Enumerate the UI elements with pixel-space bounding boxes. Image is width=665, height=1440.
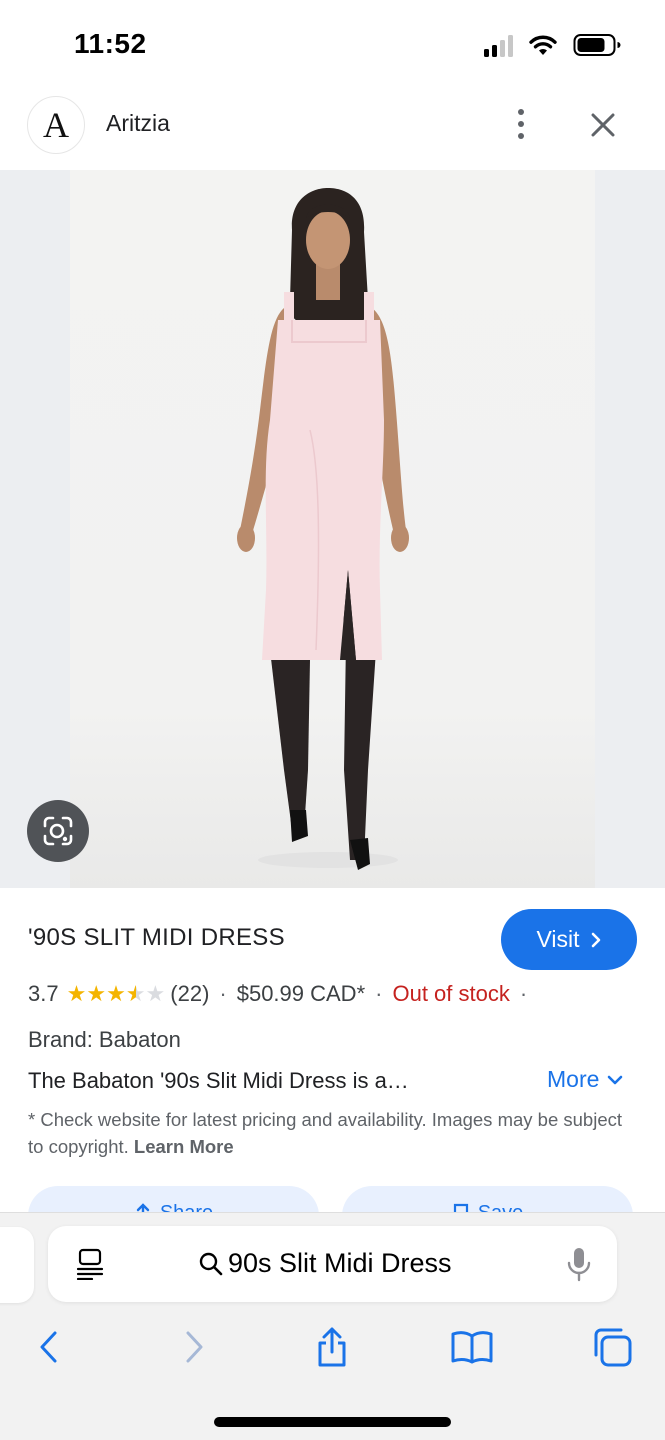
share-icon — [318, 1327, 346, 1367]
site-logo-letter: A — [43, 105, 69, 145]
separator-dot: · — [375, 981, 383, 1006]
stock-status: Out of stock — [392, 981, 510, 1006]
browser-bottom-bar: 90s Slit Midi Dress — [0, 1212, 665, 1440]
product-description: The Babaton '90s Slit Midi Dress is a… — [28, 1068, 409, 1093]
reader-icon[interactable] — [76, 1248, 106, 1280]
more-vert-icon[interactable] — [506, 104, 536, 144]
forward-button[interactable] — [172, 1325, 216, 1369]
product-info-panel: '90S SLIT MIDI DRESS Visit 3.7 ★ ★ ★ ★ ★ (22… — [0, 888, 665, 1246]
model-illustration — [237, 188, 409, 870]
google-lens-icon[interactable] — [27, 800, 89, 862]
price: $50.99 CAD* — [236, 981, 366, 1006]
product-photo — [70, 170, 595, 888]
mic-icon[interactable] — [564, 1246, 594, 1284]
signal-icon — [484, 33, 513, 57]
status-icons — [484, 30, 621, 60]
bookmarks-button[interactable] — [450, 1325, 494, 1369]
close-icon[interactable] — [584, 106, 622, 144]
bookmarks-icon — [451, 1331, 493, 1364]
status-time: 11:52 — [74, 28, 147, 59]
address-bar[interactable]: 90s Slit Midi Dress — [48, 1226, 617, 1302]
rating-stars: ★ ★ ★ ★ ★ — [66, 981, 166, 1006]
chevron-right-icon — [591, 932, 600, 947]
back-button[interactable] — [27, 1325, 71, 1369]
review-count[interactable]: (22) — [170, 981, 209, 1007]
rating-value: 3.7 — [28, 981, 59, 1006]
source-header: A Aritzia — [0, 90, 665, 170]
tabs-icon — [594, 1328, 632, 1367]
previous-tab-peek[interactable] — [0, 1227, 34, 1303]
learn-more-link[interactable]: Learn More — [134, 1136, 234, 1157]
chevron-down-icon — [608, 1075, 623, 1084]
product-title: '90S SLIT MIDI DRESS — [28, 924, 285, 951]
battery-icon — [573, 34, 621, 56]
address-query: 90s Slit Midi Dress — [228, 1248, 452, 1278]
back-icon — [40, 1331, 57, 1363]
disclaimer-text: * Check website for latest pricing and a… — [28, 1109, 622, 1157]
more-button[interactable]: More — [547, 1066, 623, 1093]
separator-dot: · — [519, 981, 528, 1006]
address-text[interactable]: 90s Slit Midi Dress — [198, 1248, 452, 1279]
tabs-button[interactable] — [590, 1325, 634, 1369]
visit-button-label: Visit — [536, 926, 580, 952]
browser-toolbar — [0, 1313, 665, 1379]
more-label: More — [547, 1066, 600, 1092]
visit-button[interactable]: Visit — [501, 909, 637, 970]
site-logo[interactable]: A — [27, 96, 85, 154]
disclaimer: * Check website for latest pricing and a… — [28, 1106, 638, 1160]
forward-icon — [186, 1331, 203, 1363]
rating-price-row: 3.7 ★ ★ ★ ★ ★ (22) · $50.99 CAD* · Out of st… — [28, 981, 537, 1007]
brand-label: Brand: Babaton — [28, 1027, 181, 1052]
share-page-button[interactable] — [310, 1325, 354, 1369]
product-image-area[interactable] — [0, 170, 665, 888]
search-icon — [199, 1252, 223, 1275]
status-bar: 11:52 — [0, 0, 665, 90]
site-name[interactable]: Aritzia — [106, 110, 170, 137]
home-indicator — [214, 1417, 451, 1427]
wifi-icon — [529, 35, 557, 55]
separator-dot: · — [219, 981, 227, 1006]
